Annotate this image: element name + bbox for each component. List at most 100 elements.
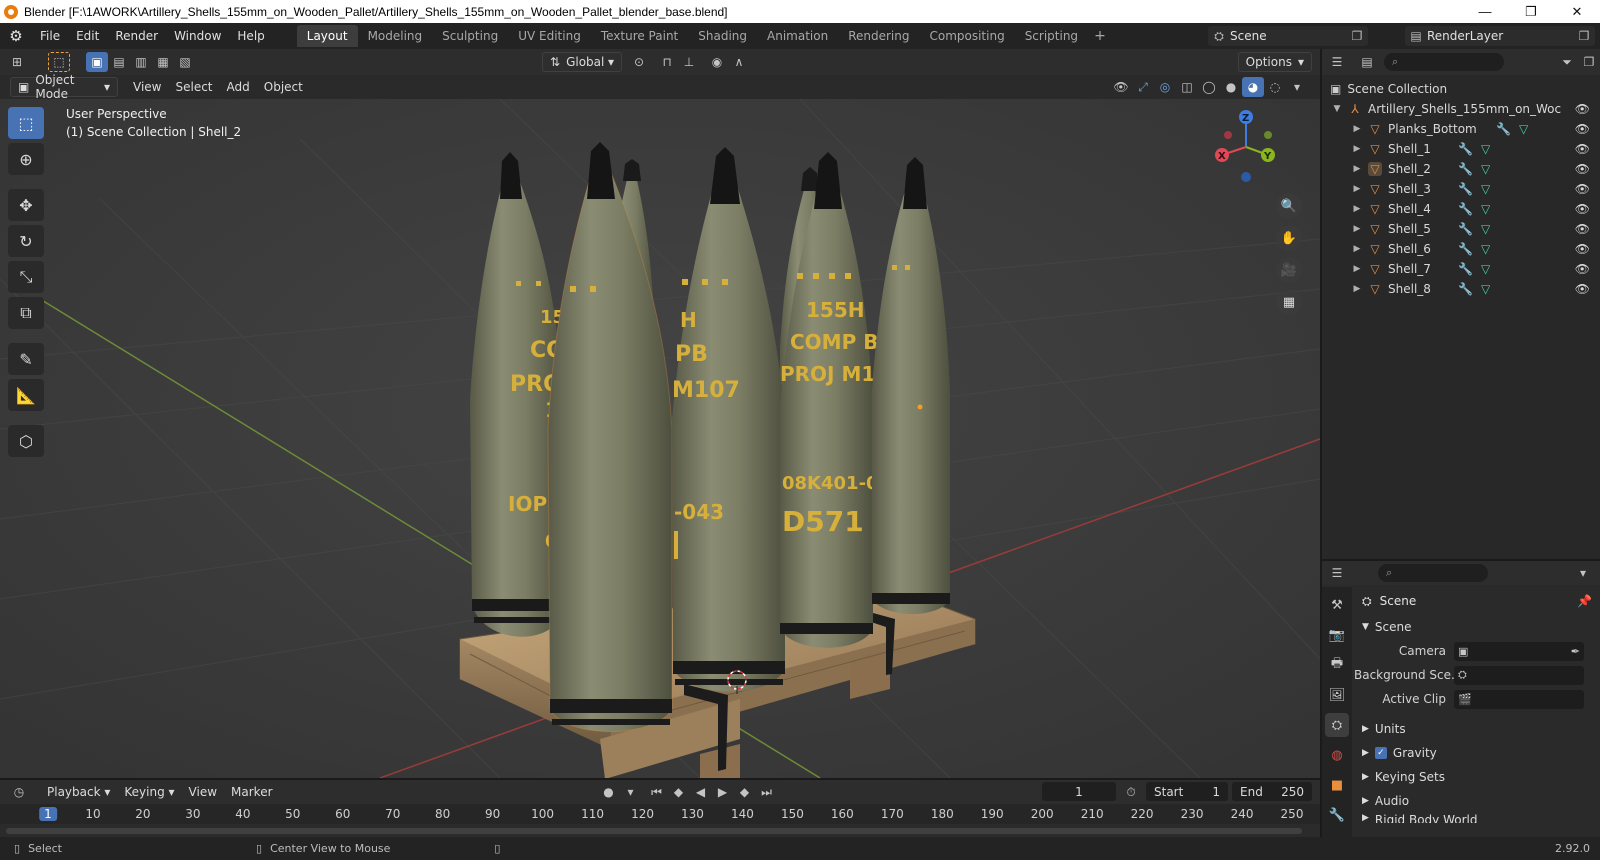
play-icon[interactable]: ▶: [712, 782, 734, 802]
jump-start-icon[interactable]: ⏮: [646, 782, 668, 802]
rotate-tool-icon[interactable]: ↻: [8, 225, 44, 257]
background-scene-field[interactable]: ⛭: [1454, 665, 1584, 685]
material-preview-shading-icon[interactable]: ◕: [1242, 77, 1264, 97]
outliner-object-row[interactable]: ▶ ▽ Shell_8 🔧 ▽ 👁: [1322, 279, 1600, 299]
menu-help[interactable]: Help: [229, 23, 272, 49]
eye-icon[interactable]: 👁: [1575, 142, 1590, 156]
editor-type-icon[interactable]: ⊞: [6, 52, 28, 72]
tab-rendering[interactable]: Rendering: [838, 25, 919, 47]
current-frame-field[interactable]: 1: [1042, 782, 1116, 801]
gravity-checkbox[interactable]: ✓: [1374, 747, 1387, 759]
falloff-icon[interactable]: ∧: [728, 52, 750, 72]
timeline-menu-playback[interactable]: Playback ▾: [40, 782, 117, 802]
overlay-toggle-icon[interactable]: ◎: [1154, 77, 1176, 97]
transform-tool-icon[interactable]: ⧉: [8, 297, 44, 329]
proportional-edit-icon[interactable]: ◉: [706, 52, 728, 72]
outliner-object-row[interactable]: ▶ ▽ Shell_4 🔧 ▽ 👁: [1322, 199, 1600, 219]
tab-compositing[interactable]: Compositing: [919, 25, 1014, 47]
auto-keying-icon[interactable]: ●: [598, 782, 620, 802]
stopwatch-icon[interactable]: ⏱: [1120, 782, 1142, 802]
mesh-data-icon[interactable]: ▽: [1481, 242, 1490, 256]
view-layer-tab-icon[interactable]: 🖼: [1325, 683, 1349, 707]
object-mode-dropdown[interactable]: ▣ Object Mode ▾: [10, 73, 118, 101]
units-section-header[interactable]: ▶ Units: [1354, 717, 1600, 741]
world-tab-icon[interactable]: ◍: [1325, 743, 1349, 767]
pin-icon[interactable]: 📌: [1577, 594, 1592, 608]
outliner-object-row[interactable]: ▶ ▽ Planks_Bottom 🔧 ▽ 👁: [1322, 119, 1600, 139]
outliner-editor-type-icon[interactable]: ☰: [1326, 52, 1348, 72]
keying-sets-section-header[interactable]: ▶ Keying Sets: [1354, 765, 1600, 789]
modifier-wrench-icon[interactable]: 🔧: [1458, 262, 1473, 276]
scene-selector[interactable]: ⛭ Scene ❐: [1208, 26, 1368, 46]
scale-tool-icon[interactable]: ⤡: [8, 261, 44, 293]
keying-chevron-icon[interactable]: ▾: [620, 782, 642, 802]
new-collection-icon[interactable]: ❐: [1578, 52, 1600, 72]
select-box-tool-icon[interactable]: ⬚: [8, 107, 44, 139]
menu-edit[interactable]: Edit: [68, 23, 107, 49]
mesh-data-icon[interactable]: ▽: [1481, 202, 1490, 216]
navigation-gizmo[interactable]: Z Y X: [1210, 105, 1290, 190]
select-extend-mode-icon[interactable]: ▤: [108, 52, 130, 72]
move-tool-icon[interactable]: ✥: [8, 189, 44, 221]
select-intersect-mode-icon[interactable]: ▧: [174, 52, 196, 72]
start-frame-field[interactable]: Start 1: [1146, 782, 1228, 801]
perspective-grid-icon[interactable]: ▦: [1276, 289, 1302, 315]
timeline-editor-type-icon[interactable]: ◷: [8, 782, 30, 802]
tool-tab-icon[interactable]: ⚒: [1325, 593, 1349, 617]
pan-hand-icon[interactable]: ✋: [1276, 225, 1302, 251]
cursor-tool-icon[interactable]: ⊕: [8, 143, 44, 175]
audio-section-header[interactable]: ▶ Audio: [1354, 789, 1600, 813]
expand-chevron-icon[interactable]: ▶: [1352, 144, 1362, 154]
expand-chevron-icon[interactable]: ▶: [1352, 244, 1362, 254]
filter-icon[interactable]: ⏷: [1556, 52, 1578, 72]
viewport-scene[interactable]: 155 CO PRO 107 IOP 043: [0, 99, 1320, 778]
eye-icon[interactable]: 👁: [1575, 122, 1590, 136]
xray-toggle-icon[interactable]: ◫: [1176, 77, 1198, 97]
end-frame-field[interactable]: End 250: [1232, 782, 1312, 801]
add-workspace-button[interactable]: +: [1088, 28, 1112, 44]
outliner-object-row[interactable]: ▶ ▽ Shell_5 🔧 ▽ 👁: [1322, 219, 1600, 239]
mesh-data-icon[interactable]: ▽: [1481, 222, 1490, 236]
output-tab-icon[interactable]: 🖶: [1325, 653, 1349, 677]
wireframe-shading-icon[interactable]: ◯: [1198, 77, 1220, 97]
camera-view-icon[interactable]: 🎥: [1276, 257, 1302, 283]
modifier-wrench-icon[interactable]: 🔧: [1458, 202, 1473, 216]
properties-editor-type-icon[interactable]: ☰: [1326, 563, 1348, 583]
jump-keyframe-back-icon[interactable]: ◆: [668, 782, 690, 802]
viewport-menu-view[interactable]: View: [126, 77, 168, 97]
close-button[interactable]: ✕: [1554, 0, 1600, 23]
outliner-object-row[interactable]: ▶ ▽ Shell_6 🔧 ▽ 👁: [1322, 239, 1600, 259]
mesh-data-icon[interactable]: ▽: [1481, 282, 1490, 296]
measure-tool-icon[interactable]: 📐: [8, 379, 44, 411]
eye-icon[interactable]: 👁: [1575, 262, 1590, 276]
eye-icon[interactable]: 👁: [1575, 162, 1590, 176]
snap-target-icon[interactable]: ⊥: [678, 52, 700, 72]
timeline-menu-view[interactable]: View: [182, 782, 224, 802]
blender-logo-icon[interactable]: ⚙: [6, 26, 26, 46]
camera-field[interactable]: ▣ ✒: [1454, 641, 1584, 661]
jump-end-icon[interactable]: ⏭: [756, 782, 778, 802]
modifier-wrench-icon[interactable]: 🔧: [1458, 222, 1473, 236]
new-scene-icon[interactable]: ❐: [1346, 26, 1368, 46]
eye-icon[interactable]: 👁: [1575, 202, 1590, 216]
mesh-data-icon[interactable]: ▽: [1519, 122, 1528, 136]
eye-icon[interactable]: 👁: [1575, 242, 1590, 256]
expand-chevron-icon[interactable]: ▶: [1352, 264, 1362, 274]
viewport-menu-object[interactable]: Object: [257, 77, 310, 97]
snap-icon[interactable]: ⊓: [656, 52, 678, 72]
modifier-wrench-icon[interactable]: 🔧: [1458, 182, 1473, 196]
rendered-shading-icon[interactable]: ◌: [1264, 77, 1286, 97]
timeline-menu-keying[interactable]: Keying ▾: [117, 782, 181, 802]
mesh-data-icon[interactable]: ▽: [1481, 182, 1490, 196]
active-clip-field[interactable]: 🎬: [1454, 689, 1584, 709]
tab-modeling[interactable]: Modeling: [358, 25, 433, 47]
eye-icon[interactable]: 👁: [1575, 282, 1590, 296]
tab-texture-paint[interactable]: Texture Paint: [591, 25, 688, 47]
timeline-scrollbar[interactable]: [6, 828, 1302, 834]
select-subtract-mode-icon[interactable]: ▥: [130, 52, 152, 72]
outliner-search-input[interactable]: ⌕: [1384, 53, 1504, 71]
options-dropdown[interactable]: Options ▾: [1237, 52, 1312, 72]
outliner-object-row[interactable]: ▶ ▽ Shell_3 🔧 ▽ 👁: [1322, 179, 1600, 199]
expand-chevron-icon[interactable]: ▶: [1352, 164, 1362, 174]
eye-icon[interactable]: 👁: [1575, 182, 1590, 196]
